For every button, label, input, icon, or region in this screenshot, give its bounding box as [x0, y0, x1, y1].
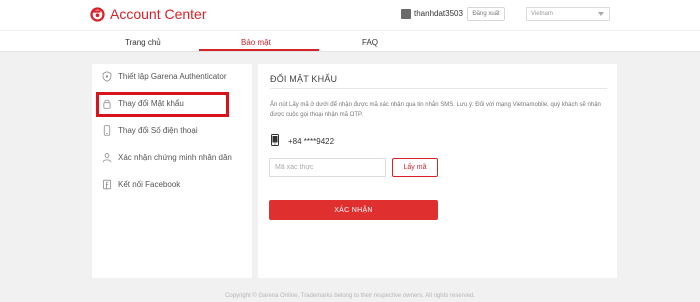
instruction-text: Ấn nút Lấy mã ở dưới để nhận được mã xác…	[270, 102, 601, 118]
username: thanhdat3503	[414, 9, 463, 18]
sidebar-item-facebook[interactable]: Kết nối Facebook	[100, 177, 250, 193]
top-header: Account Center thanhdat3503 Đăng xuất Vi…	[0, 0, 700, 30]
avatar	[401, 9, 411, 19]
sidebar-item-label: Thay đổi Số điện thoại	[118, 126, 198, 135]
sidebar-item-label: Xác nhận chứng minh nhân dân	[118, 153, 232, 162]
mobile-phone-icon	[271, 134, 279, 146]
shield-icon	[102, 71, 112, 82]
language-value: Vietnam	[531, 11, 553, 17]
sidebar-item-authenticator[interactable]: Thiết lập Garena Authenticator	[100, 69, 250, 85]
nav-divider	[0, 51, 700, 52]
sidebar-item-label: Thiết lập Garena Authenticator	[118, 72, 227, 81]
chevron-down-icon	[598, 12, 604, 16]
sidebar-item-verify-id[interactable]: Xác nhận chứng minh nhân dân	[100, 150, 250, 166]
confirm-button[interactable]: XÁC NHẬN	[269, 200, 438, 220]
active-tab-indicator	[199, 49, 319, 51]
language-select[interactable]: Vietnam	[526, 7, 610, 21]
logout-button[interactable]: Đăng xuất	[467, 7, 505, 21]
garena-logo-icon[interactable]	[90, 7, 105, 22]
page-title: ĐỔI MẬT KHẨU	[270, 74, 338, 84]
sidebar-item-label: Kết nối Facebook	[118, 180, 181, 189]
tab-security[interactable]: Bảo mật	[241, 38, 271, 47]
tab-faq[interactable]: FAQ	[362, 38, 378, 47]
verification-code-input[interactable]	[269, 158, 386, 177]
facebook-icon	[103, 179, 111, 190]
main-nav: Trang chủ Bảo mật FAQ	[0, 30, 700, 52]
change-password-panel: ĐỔI MẬT KHẨU Ấn nút Lấy mã ở dưới để nhậ…	[258, 64, 617, 278]
selected-item-highlight	[96, 92, 229, 117]
phone-number: +84 ****9422	[288, 137, 335, 146]
sidebar-item-change-phone[interactable]: Thay đổi Số điện thoại	[100, 123, 250, 139]
phone-icon	[103, 125, 111, 136]
title-divider	[270, 88, 607, 89]
footer-copyright: Copyright © Garena Online. Trademarks be…	[225, 293, 475, 299]
get-code-button[interactable]: Lấy mã	[392, 158, 438, 177]
user-icon	[102, 153, 112, 163]
tab-home[interactable]: Trang chủ	[125, 38, 161, 47]
app-title[interactable]: Account Center	[110, 6, 207, 22]
